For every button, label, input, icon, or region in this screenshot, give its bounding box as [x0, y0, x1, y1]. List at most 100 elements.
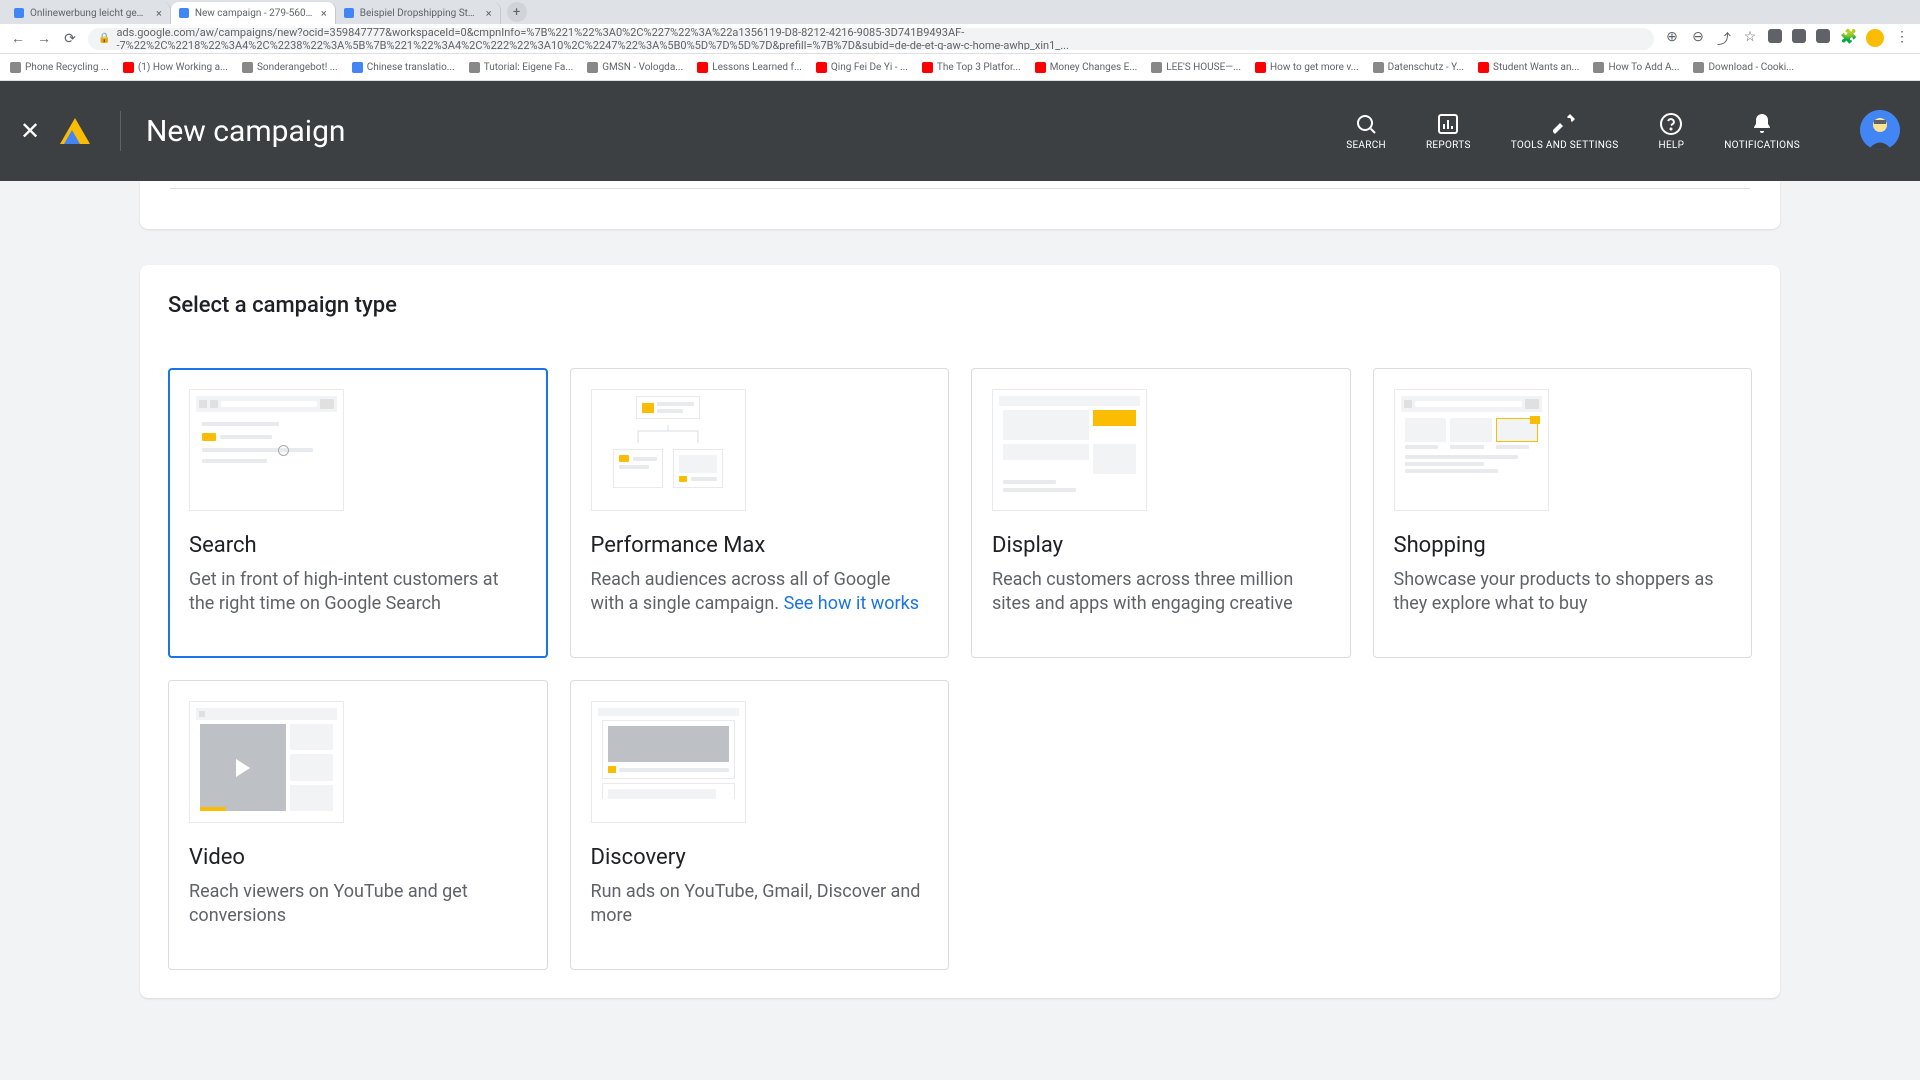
bookmark-item[interactable]: Student Wants an... — [1478, 62, 1579, 73]
type-discovery[interactable]: Discovery Run ads on YouTube, Gmail, Dis… — [570, 680, 950, 970]
type-desc: Run ads on YouTube, Gmail, Discover and … — [591, 880, 929, 929]
type-desc: Reach viewers on YouTube and get convers… — [189, 880, 527, 929]
see-how-link[interactable]: See how it works — [784, 593, 919, 614]
back-icon[interactable]: ← — [10, 30, 26, 47]
extension-icon[interactable] — [1768, 29, 1782, 43]
browser-tab[interactable]: Onlinewerbung leicht gemach × — [6, 2, 171, 24]
help-action[interactable]: HELP — [1659, 110, 1685, 152]
close-button[interactable]: ✕ — [20, 117, 60, 145]
bookmark-item[interactable]: How To Add A... — [1593, 62, 1679, 73]
bookmark-item[interactable]: Download - Cooki... — [1693, 62, 1794, 73]
menu-icon[interactable]: ⋮ — [1894, 29, 1910, 49]
bookmark-item[interactable]: Datenschutz - Y... — [1373, 62, 1464, 73]
bookmark-icon — [1478, 62, 1489, 73]
bookmark-item[interactable]: Chinese translatio... — [352, 62, 455, 73]
share-icon[interactable]: ⤴ — [1716, 29, 1732, 49]
illustration-video — [189, 701, 344, 823]
translate-icon[interactable]: ⊕ — [1664, 29, 1680, 49]
close-icon[interactable]: × — [321, 7, 327, 20]
illustration-discovery — [591, 701, 746, 823]
action-label: TOOLS AND SETTINGS — [1511, 140, 1619, 152]
star-icon[interactable]: ☆ — [1742, 29, 1758, 49]
bookmark-icon — [1035, 62, 1046, 73]
bookmark-label: Qing Fei De Yi - ... — [831, 62, 908, 73]
bookmark-icon — [123, 62, 134, 73]
bookmark-icon — [1373, 62, 1384, 73]
help-icon — [1659, 110, 1683, 138]
type-video[interactable]: Video Reach viewers on YouTube and get c… — [168, 680, 548, 970]
viewport[interactable]: Select a campaign type Search — [0, 181, 1920, 1080]
bell-icon — [1750, 110, 1774, 138]
type-desc: Reach customers across three million sit… — [992, 568, 1330, 617]
bookmark-label: How to get more v... — [1270, 62, 1359, 73]
action-label: REPORTS — [1426, 140, 1471, 152]
forward-icon[interactable]: → — [36, 30, 52, 47]
close-icon[interactable]: × — [486, 7, 492, 20]
reports-action[interactable]: REPORTS — [1426, 110, 1471, 152]
zoom-icon[interactable]: ⊖ — [1690, 29, 1706, 49]
bookmark-item[interactable]: The Top 3 Platfor... — [922, 62, 1021, 73]
reload-icon[interactable]: ⟳ — [62, 31, 78, 47]
bookmark-item[interactable]: Money Changes E... — [1035, 62, 1138, 73]
bookmark-label: Tutorial: Eigene Fa... — [484, 62, 574, 73]
action-label: HELP — [1659, 140, 1685, 152]
bookmark-label: Datenschutz - Y... — [1388, 62, 1464, 73]
bookmark-icon — [816, 62, 827, 73]
new-tab-button[interactable]: + — [507, 2, 527, 22]
bookmark-icon — [469, 62, 480, 73]
bookmark-label: The Top 3 Platfor... — [937, 62, 1021, 73]
bookmark-label: GMSN - Vologda... — [602, 62, 683, 73]
bookmark-item[interactable]: GMSN - Vologda... — [587, 62, 683, 73]
bookmark-label: Phone Recycling ... — [25, 62, 109, 73]
notifications-action[interactable]: NOTIFICATIONS — [1724, 110, 1800, 152]
extension-icon[interactable] — [1816, 29, 1830, 43]
bookmark-icon — [922, 62, 933, 73]
illustration-pmax — [591, 389, 746, 511]
lock-icon: 🔒 — [98, 33, 110, 44]
tab-strip: Onlinewerbung leicht gemach × New campai… — [0, 0, 1920, 24]
type-display[interactable]: Display Reach customers across three mil… — [971, 368, 1351, 658]
bookmark-label: Chinese translatio... — [367, 62, 455, 73]
browser-tab-active[interactable]: New campaign - 279-560-18 × — [171, 2, 336, 24]
bookmark-item[interactable]: LEE'S HOUSE—... — [1151, 62, 1241, 73]
tab-title: Beispiel Dropshipping Store — [360, 8, 480, 19]
close-icon[interactable]: × — [156, 7, 162, 20]
app-header: ✕ New campaign SEARCH REPORTS TOOLS AND … — [0, 81, 1920, 181]
profile-avatar-small[interactable] — [1866, 29, 1884, 47]
favicon — [179, 8, 189, 18]
search-action[interactable]: SEARCH — [1346, 110, 1386, 152]
tab-title: Onlinewerbung leicht gemach — [30, 8, 150, 19]
page-title: New campaign — [146, 114, 1346, 149]
bookmark-icon — [1151, 62, 1162, 73]
bookmarks-bar: Phone Recycling ... (1) How Working a...… — [0, 54, 1920, 81]
bookmark-item[interactable]: Qing Fei De Yi - ... — [816, 62, 908, 73]
extensions-menu-icon[interactable]: 🧩 — [1840, 29, 1856, 49]
type-search[interactable]: Search Get in front of high-intent custo… — [168, 368, 548, 658]
tools-icon — [1553, 110, 1577, 138]
bookmark-item[interactable]: Sonderangebot! ... — [242, 62, 338, 73]
type-title: Search — [189, 533, 527, 558]
bookmark-icon — [352, 62, 363, 73]
bookmark-label: How To Add A... — [1608, 62, 1679, 73]
illustration-search — [189, 389, 344, 511]
bookmark-item[interactable]: Phone Recycling ... — [10, 62, 109, 73]
action-label: NOTIFICATIONS — [1724, 140, 1800, 152]
bookmark-item[interactable]: Lessons Learned f... — [697, 62, 802, 73]
bookmark-item[interactable]: (1) How Working a... — [123, 62, 228, 73]
tools-action[interactable]: TOOLS AND SETTINGS — [1511, 110, 1619, 152]
bookmark-icon — [1255, 62, 1266, 73]
type-shopping[interactable]: Shopping Showcase your products to shopp… — [1373, 368, 1753, 658]
illustration-shopping — [1394, 389, 1549, 511]
action-label: SEARCH — [1346, 140, 1386, 152]
url-input[interactable]: 🔒 ads.google.com/aw/campaigns/new?ocid=3… — [88, 28, 1654, 50]
bookmark-icon — [587, 62, 598, 73]
browser-tab[interactable]: Beispiel Dropshipping Store × — [336, 2, 501, 24]
bookmark-item[interactable]: How to get more v... — [1255, 62, 1359, 73]
bookmark-icon — [1593, 62, 1604, 73]
bookmark-item[interactable]: Tutorial: Eigene Fa... — [469, 62, 574, 73]
extension-icon[interactable] — [1792, 29, 1806, 43]
type-performance-max[interactable]: Performance Max Reach audiences across a… — [570, 368, 950, 658]
cursor-icon — [278, 445, 289, 456]
profile-avatar[interactable] — [1860, 110, 1900, 150]
header-actions: SEARCH REPORTS TOOLS AND SETTINGS HELP N… — [1346, 110, 1900, 152]
